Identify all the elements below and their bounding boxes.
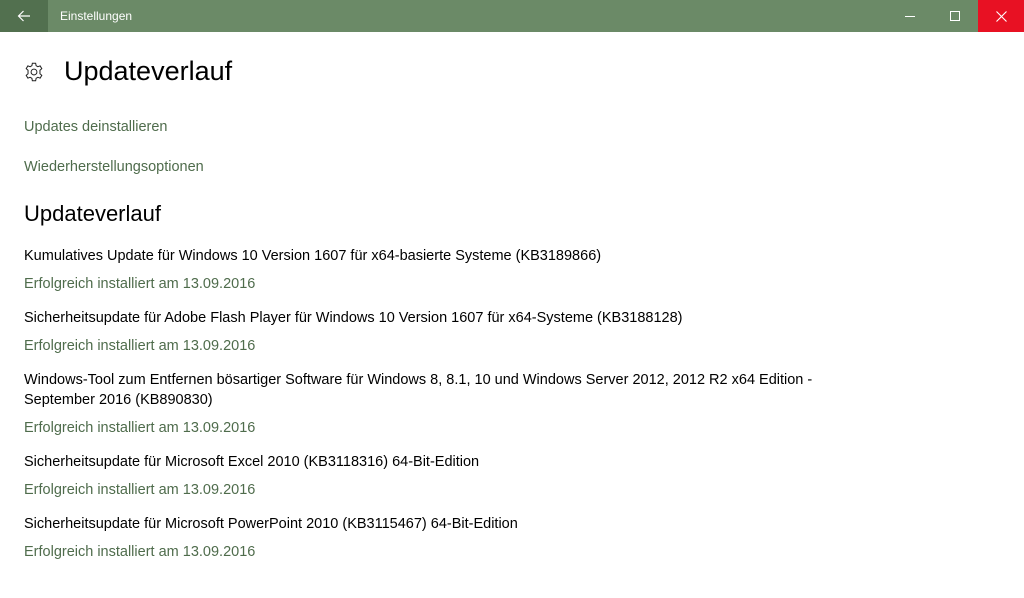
history-section-title: Updateverlauf bbox=[24, 201, 161, 226]
minimize-icon bbox=[905, 16, 915, 17]
list-item: Windows-Tool zum Entfernen bösartiger So… bbox=[24, 370, 824, 438]
update-name[interactable]: Sicherheitsupdate für Adobe Flash Player… bbox=[24, 308, 824, 328]
update-status: Erfolgreich installiert am 13.09.2016 bbox=[24, 338, 256, 354]
maximize-button[interactable] bbox=[932, 0, 978, 32]
update-name[interactable]: Windows-Tool zum Entfernen bösartiger So… bbox=[24, 370, 824, 410]
update-status: Erfolgreich installiert am 13.09.2016 bbox=[24, 420, 256, 436]
title-bar: Einstellungen bbox=[0, 0, 1024, 32]
page-title: Updateverlauf bbox=[64, 56, 233, 86]
uninstall-updates-link[interactable]: Updates deinstallieren bbox=[24, 117, 167, 137]
close-icon bbox=[995, 10, 1007, 22]
list-item: Kumulatives Update für Windows 10 Versio… bbox=[24, 246, 824, 294]
list-item: Sicherheitsupdate für Adobe Flash Player… bbox=[24, 308, 824, 356]
update-status: Erfolgreich installiert am 13.09.2016 bbox=[24, 482, 256, 498]
arrow-left-icon bbox=[17, 10, 30, 22]
update-status: Erfolgreich installiert am 13.09.2016 bbox=[24, 544, 256, 560]
back-button[interactable] bbox=[0, 0, 48, 32]
list-item: Sicherheitsupdate für Microsoft Excel 20… bbox=[24, 452, 824, 500]
list-item: Sicherheitsupdate für Microsoft PowerPoi… bbox=[24, 514, 824, 562]
update-name[interactable]: Sicherheitsupdate für Microsoft Excel 20… bbox=[24, 452, 824, 472]
minimize-button[interactable] bbox=[887, 0, 933, 32]
update-history-list: Kumulatives Update für Windows 10 Versio… bbox=[24, 246, 824, 576]
main-content: Updateverlauf Updates deinstallieren Wie… bbox=[0, 32, 1024, 598]
window-title: Einstellungen bbox=[60, 9, 133, 23]
settings-window: Einstellungen Updateverlauf Updates dein… bbox=[0, 0, 1024, 598]
maximize-icon bbox=[950, 11, 960, 21]
update-name[interactable]: Sicherheitsupdate für Microsoft PowerPoi… bbox=[24, 514, 824, 534]
recovery-options-link[interactable]: Wiederherstellungsoptionen bbox=[24, 157, 204, 177]
update-name[interactable]: Kumulatives Update für Windows 10 Versio… bbox=[24, 246, 824, 266]
gear-icon bbox=[25, 62, 43, 82]
close-button[interactable] bbox=[978, 0, 1024, 32]
update-status: Erfolgreich installiert am 13.09.2016 bbox=[24, 276, 256, 292]
